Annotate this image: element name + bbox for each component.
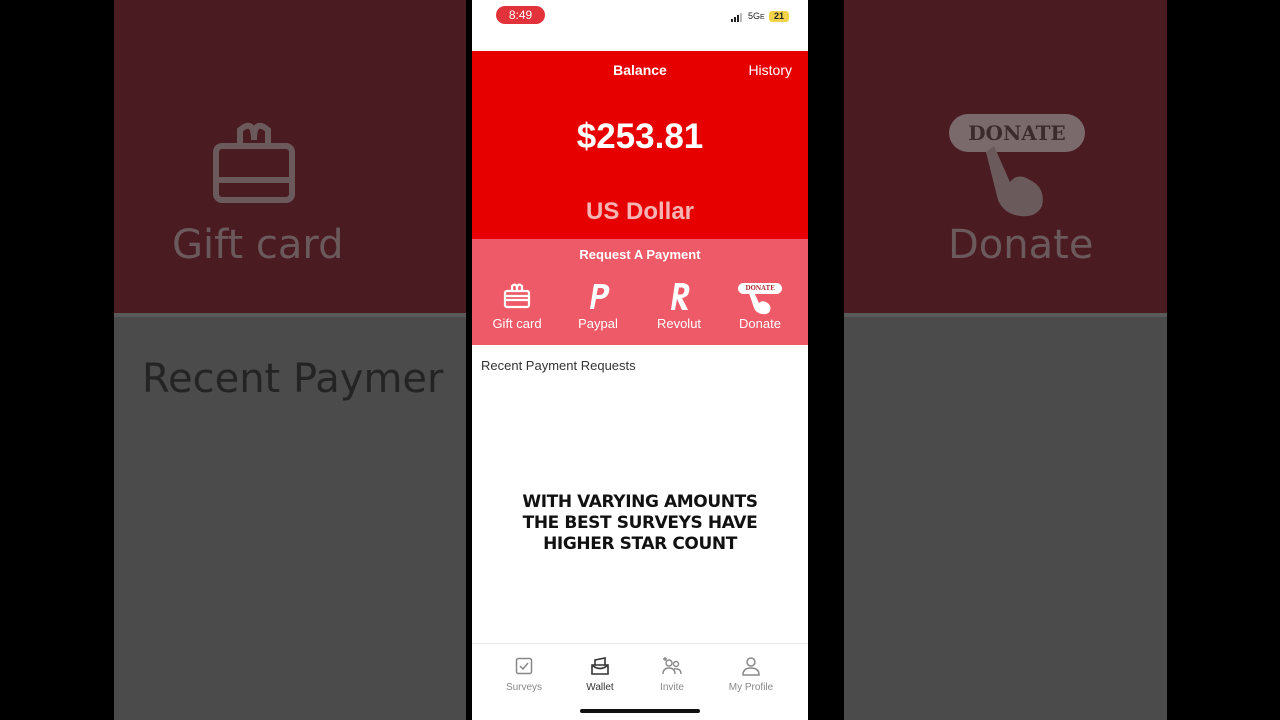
caption-line: HIGHER STAR COUNT (543, 534, 737, 554)
paypal-label: Paypal (578, 316, 618, 331)
status-time: 8:49 (496, 6, 545, 24)
battery-icon: 21 (769, 11, 789, 22)
balance-panel: Balance History $253.81 US Dollar (472, 51, 808, 239)
background-left-panel: Gift card Recent Paymer (114, 0, 466, 720)
background-hand-icon (986, 146, 1043, 217)
background-recent-label: Recent Paymer (142, 356, 444, 402)
background-grey-area (844, 313, 1167, 720)
balance-currency: US Dollar (585, 198, 695, 225)
status-bar: 8:49 5GE 21 (472, 0, 808, 51)
caption-line: WITH VARYING AMOUNTS (522, 492, 758, 512)
phone-screen: 8:49 5GE 21 Balance History $253.81 US D… (472, 0, 808, 720)
network-suffix: E (760, 14, 765, 21)
signal-icon (731, 12, 742, 22)
paypal-icon (590, 284, 610, 309)
request-payment-panel: Request A Payment Gift card Paypal Revol… (472, 239, 808, 345)
revolut-option[interactable]: Revolut (639, 281, 719, 333)
tab-my-profile[interactable]: My Profile (709, 656, 793, 693)
donate-option[interactable]: DONATE Donate (720, 281, 800, 333)
history-link[interactable]: History (748, 62, 792, 78)
checkbox-icon (515, 657, 533, 675)
donate-label: Donate (739, 316, 781, 331)
network-type: 5GE (748, 11, 765, 21)
profile-icon (742, 657, 760, 676)
request-payment-title: Request A Payment (579, 247, 701, 262)
tab-surveys-label: Surveys (505, 682, 543, 693)
tab-my-profile-label: My Profile (728, 682, 774, 693)
tab-invite[interactable]: Invite (630, 656, 714, 693)
wallet-icon (591, 657, 609, 675)
gift-card-label: Gift card (492, 316, 542, 331)
tab-invite-label: Invite (660, 682, 684, 693)
revolut-icon (671, 283, 690, 310)
home-indicator[interactable] (580, 709, 700, 713)
recent-requests-title: Recent Payment Requests (481, 358, 636, 373)
background-donate-label: Donate (948, 222, 1094, 268)
background-right-panel: DONATE Donate (844, 0, 1167, 720)
gift-card-option[interactable]: Gift card (477, 281, 557, 333)
background-divider (114, 313, 466, 317)
invite-icon (662, 657, 682, 675)
balance-amount: $253.81 (576, 117, 704, 156)
tab-surveys[interactable]: Surveys (482, 656, 566, 693)
gift-card-icon (503, 283, 531, 309)
background-gift-card-label: Gift card (172, 222, 344, 268)
caption-line: THE BEST SURVEYS HAVE (522, 513, 758, 533)
background-gift-card-icon (213, 122, 295, 203)
revolut-label: Revolut (656, 316, 702, 331)
network-label: 5G (748, 11, 761, 21)
donate-icon (749, 290, 771, 315)
video-caption: WITH VARYING AMOUNTS THE BEST SURVEYS HA… (490, 492, 790, 555)
background-divider (844, 313, 1167, 317)
paypal-option[interactable]: Paypal (558, 281, 638, 333)
